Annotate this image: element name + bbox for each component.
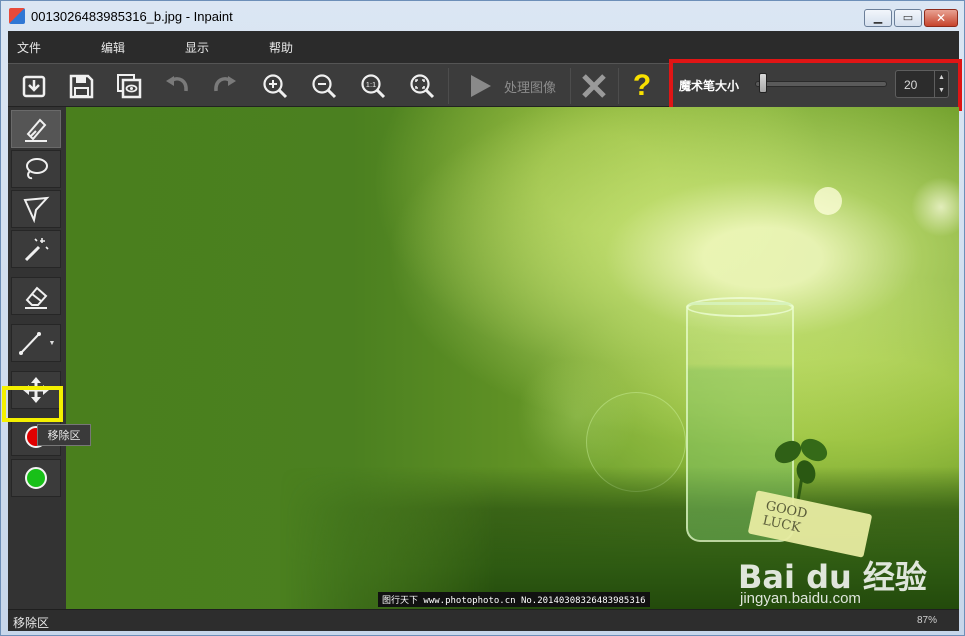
lasso-icon — [26, 158, 48, 180]
menu-edit[interactable]: 编辑 — [92, 39, 176, 56]
redo-icon — [214, 76, 236, 92]
tooltip-remove-area: 移除区 — [37, 424, 91, 446]
eraser-tool-button[interactable] — [11, 277, 61, 315]
status-mode: 移除区 — [13, 616, 50, 630]
lasso-tool-button[interactable] — [11, 150, 61, 188]
zoom-actual-size-button[interactable]: 1:1 — [355, 68, 391, 104]
brush-size-panel: 魔术笔大小 20 ▲ ▼ — [669, 59, 962, 111]
eraser-icon — [25, 286, 48, 309]
brush-size-slider-thumb[interactable] — [759, 73, 767, 93]
process-image-label: 处理图像 — [504, 79, 557, 95]
yellow-highlight-box — [2, 386, 63, 422]
app-window: 0013026483985316_b.jpg - Inpaint ▁ ▭ ✕ 文… — [0, 0, 965, 636]
spin-down-icon[interactable]: ▼ — [938, 87, 945, 95]
brush-size-spinbox[interactable]: 20 ▲ ▼ — [895, 70, 949, 98]
line-tool-dropdown-icon[interactable]: ▼ — [49, 340, 56, 347]
status-zoom: 87% — [916, 615, 937, 626]
close-icon: ✕ — [935, 11, 947, 25]
spin-arrows: ▲ ▼ — [934, 71, 948, 97]
polygon-lasso-tool-button[interactable] — [11, 190, 61, 228]
toolbar-separator — [570, 68, 571, 104]
line-tool-button[interactable]: ▼ — [11, 324, 61, 362]
image-canvas[interactable]: GOOD LUCK 图行天下 www.photophoto.cn No.2014… — [66, 107, 959, 609]
save-as-button[interactable] — [111, 68, 147, 104]
open-icon — [22, 75, 46, 98]
minimize-button[interactable]: ▁ — [864, 9, 892, 27]
baidu-jingyan-watermark: Bai du 经验 jingyan.baidu.com — [738, 552, 948, 607]
magic-wand-tool-button[interactable] — [11, 230, 61, 268]
help-button[interactable]: ? — [624, 68, 660, 104]
brush-size-value[interactable]: 20 — [904, 78, 917, 92]
tool-panel: ▼ — [8, 107, 66, 609]
title-bar[interactable]: 0013026483985316_b.jpg - Inpaint ▁ ▭ ✕ — [1, 1, 964, 31]
cancel-button[interactable] — [576, 68, 612, 104]
zoom-fit-icon — [410, 74, 435, 99]
zoom-in-button[interactable] — [257, 68, 293, 104]
menu-view[interactable]: 显示 — [176, 39, 260, 56]
undo-icon — [166, 76, 188, 92]
redo-button[interactable] — [207, 68, 243, 104]
client-area: 文件 编辑 显示 帮助 1:1 处理图像 ? 魔术笔大小 20 ▲ ▼ ▼ GO… — [8, 31, 962, 631]
open-button[interactable] — [16, 68, 52, 104]
brush-size-label: 魔术笔大小 — [679, 79, 740, 93]
zoom-actual-icon: 1:1 — [361, 74, 386, 99]
marker-icon — [25, 118, 47, 142]
zoom-fit-button[interactable] — [404, 68, 440, 104]
maximize-icon: ▭ — [902, 11, 914, 24]
help-icon: ? — [632, 69, 652, 102]
zoom-actual-label: 1:1 — [366, 80, 376, 89]
save-as-icon — [117, 74, 142, 99]
donor-area-dot — [25, 467, 47, 489]
process-image-button[interactable]: 处理图像 — [454, 68, 570, 104]
undo-button[interactable] — [159, 68, 195, 104]
inpaint-app-icon — [9, 8, 25, 24]
play-icon — [471, 75, 491, 97]
window-controls: ▁ ▭ ✕ — [864, 9, 958, 27]
bokeh-light — [814, 187, 842, 215]
close-button[interactable]: ✕ — [924, 9, 958, 27]
maximize-button[interactable]: ▭ — [894, 9, 922, 27]
marker-tool-button[interactable] — [11, 110, 61, 148]
save-button[interactable] — [63, 68, 99, 104]
zoom-out-icon — [312, 74, 337, 99]
zoom-out-button[interactable] — [306, 68, 342, 104]
watermark-strip: 图行天下 www.photophoto.cn No.20140308326483… — [378, 592, 650, 607]
zoom-in-icon — [263, 74, 288, 99]
bokeh-light — [911, 177, 959, 237]
save-icon — [69, 74, 94, 99]
magic-wand-icon — [24, 238, 49, 262]
polygon-lasso-icon — [23, 196, 50, 223]
cancel-icon — [582, 74, 606, 98]
spin-up-icon[interactable]: ▲ — [938, 74, 945, 82]
donor-area-tool-button[interactable] — [11, 459, 61, 497]
status-bar: 移除区 87% — [8, 609, 959, 631]
line-icon — [18, 332, 41, 355]
brush-size-slider-track[interactable] — [755, 81, 887, 87]
menu-help[interactable]: 帮助 — [260, 39, 344, 56]
baidu-url-text: jingyan.baidu.com — [740, 590, 861, 607]
note-text: GOOD LUCK — [761, 498, 809, 536]
menu-file[interactable]: 文件 — [8, 39, 92, 56]
window-title: 0013026483985316_b.jpg - Inpaint — [31, 8, 233, 24]
minimize-icon: ▁ — [873, 11, 883, 24]
toolbar-separator — [448, 68, 449, 104]
toolbar-separator — [618, 68, 619, 104]
